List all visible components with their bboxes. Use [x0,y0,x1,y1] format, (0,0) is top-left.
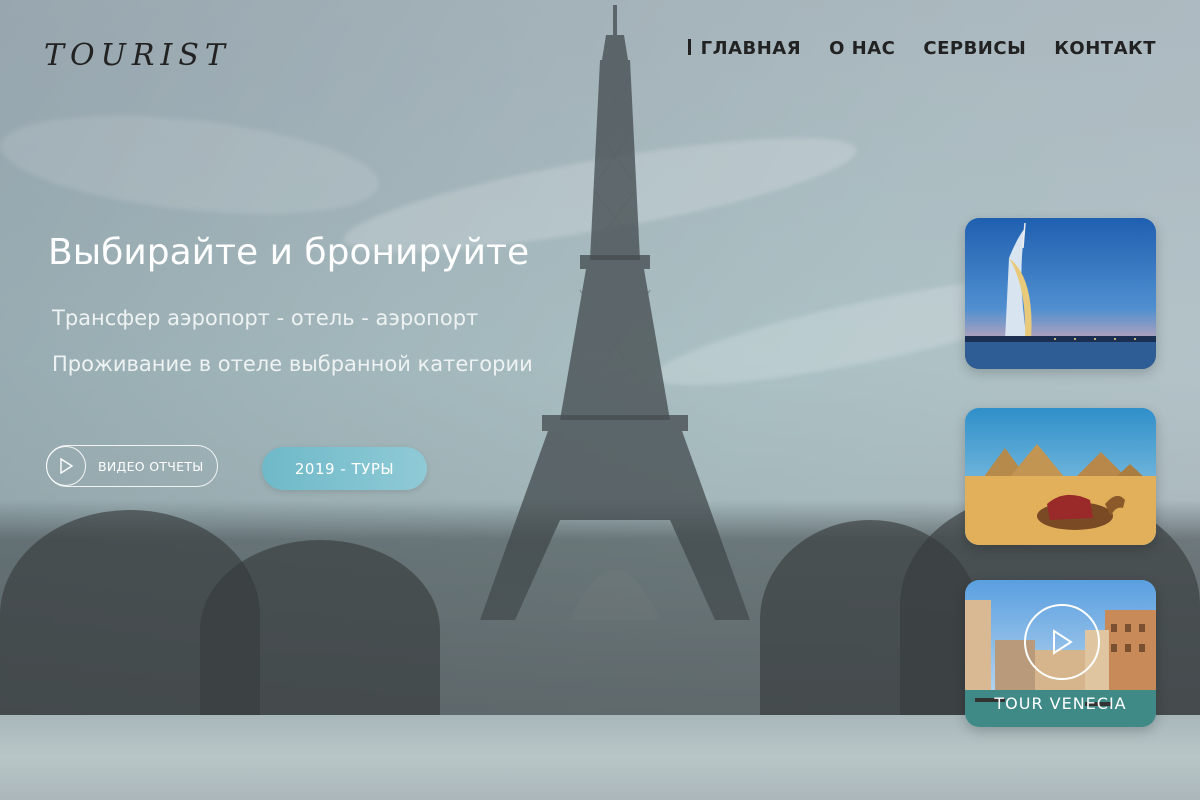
site-logo[interactable]: TOURIST [44,38,231,73]
tour-card-venice[interactable]: TOUR VENECIA [965,580,1156,727]
tree-silhouette [200,540,440,720]
river-water [0,715,1200,800]
cloud-streak [0,100,384,230]
nav-item-about[interactable]: О НАС [829,38,895,59]
egypt-image [965,408,1156,545]
active-nav-marker [687,39,691,55]
nav-item-label: ГЛАВНАЯ [700,38,802,59]
video-reports-button[interactable]: ВИДЕО ОТЧЕТЫ [46,445,218,487]
hero-line-transfer: Трансфер аэропорт - отель - аэропорт [52,306,479,330]
venice-play-icon[interactable] [1024,604,1100,680]
nav-item-home[interactable]: ГЛАВНАЯ [687,38,802,59]
hero-title: Выбирайте и бронируйте [48,232,530,273]
main-nav: ГЛАВНАЯ О НАС СЕРВИСЫ КОНТАКТ [687,38,1156,59]
hero-line-accommodation: Проживание в отеле выбранной категории [52,352,533,376]
nav-item-services[interactable]: СЕРВИСЫ [923,38,1026,59]
dubai-image [965,218,1156,369]
venice-card-caption: TOUR VENECIA [994,694,1127,713]
play-icon [46,446,86,486]
nav-item-contact[interactable]: КОНТАКТ [1054,38,1156,59]
tour-card-dubai[interactable] [965,218,1156,369]
tours-2019-button[interactable]: 2019 - ТУРЫ [262,447,427,490]
video-reports-label: ВИДЕО ОТЧЕТЫ [98,458,204,474]
tour-card-egypt[interactable] [965,408,1156,545]
